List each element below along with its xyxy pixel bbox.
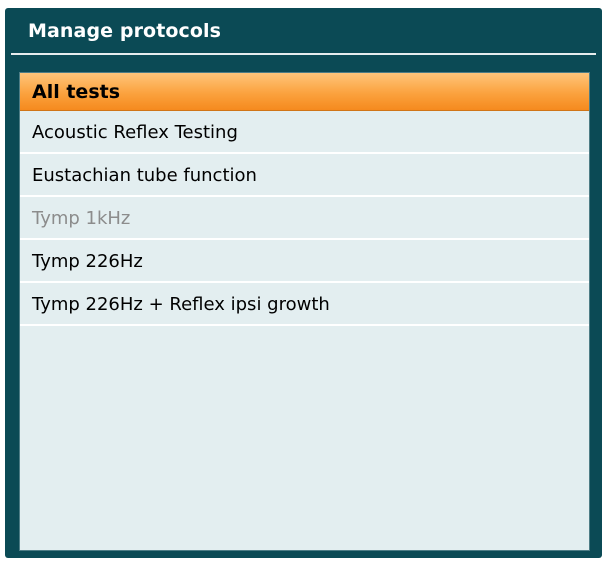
list-item-acoustic-reflex-testing[interactable]: Acoustic Reflex Testing — [20, 111, 589, 154]
list-item-tymp-226hz[interactable]: Tymp 226Hz — [20, 240, 589, 283]
protocol-list[interactable]: All tests Acoustic Reflex Testing Eustac… — [19, 72, 590, 551]
title-divider — [11, 53, 596, 55]
manage-protocols-panel: Manage protocols All tests Acoustic Refl… — [5, 8, 602, 558]
list-item-tymp-226hz-reflex-ipsi-growth[interactable]: Tymp 226Hz + Reflex ipsi growth — [20, 283, 589, 326]
list-header-all-tests[interactable]: All tests — [20, 73, 589, 111]
list-item-eustachian-tube-function[interactable]: Eustachian tube function — [20, 154, 589, 197]
list-item-tymp-1khz: Tymp 1kHz — [20, 197, 589, 240]
panel-title: Manage protocols — [28, 20, 222, 42]
